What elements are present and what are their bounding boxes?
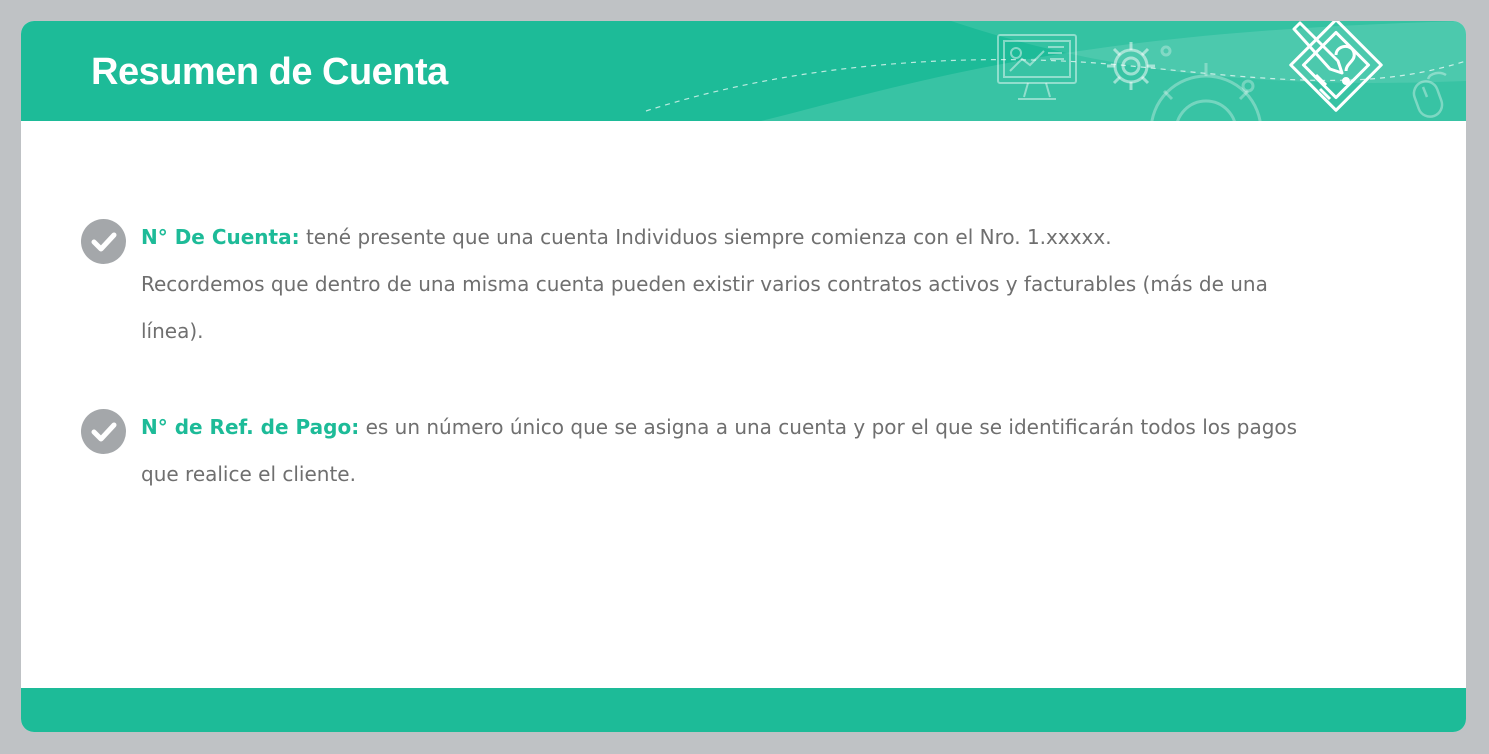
footer-bar: [21, 688, 1466, 732]
list-item-description: tené presente que una cuenta Individuos …: [305, 225, 1112, 249]
list-item-text: N° de Ref. de Pago: es un número único q…: [141, 404, 1321, 498]
content-area: N° De Cuenta: tené presente que una cuen…: [21, 121, 1466, 688]
monitor-chart-icon: [997, 34, 1077, 100]
summary-card: Resumen de Cuenta N° De Cuenta: tené pre…: [21, 21, 1466, 732]
list-item-label: N° De Cuenta:: [141, 225, 300, 249]
list-item: N° de Ref. de Pago: es un número único q…: [81, 407, 1341, 507]
check-icon: [81, 219, 126, 264]
mouse-icon: [1412, 71, 1447, 118]
list-item: N° De Cuenta: tené presente que una cuen…: [81, 217, 1341, 367]
check-icon: [81, 409, 126, 454]
list-item-label: N° de Ref. de Pago:: [141, 415, 360, 439]
page-title: Resumen de Cuenta: [91, 51, 448, 93]
header-banner: Resumen de Cuenta: [21, 21, 1466, 121]
list-item-text: N° De Cuenta: tené presente que una cuen…: [141, 214, 1321, 355]
large-gear-icon: [1150, 45, 1262, 121]
pencil-question-icon: [1289, 21, 1383, 112]
list-item-continuation: Recordemos que dentro de una misma cuent…: [141, 272, 1268, 343]
